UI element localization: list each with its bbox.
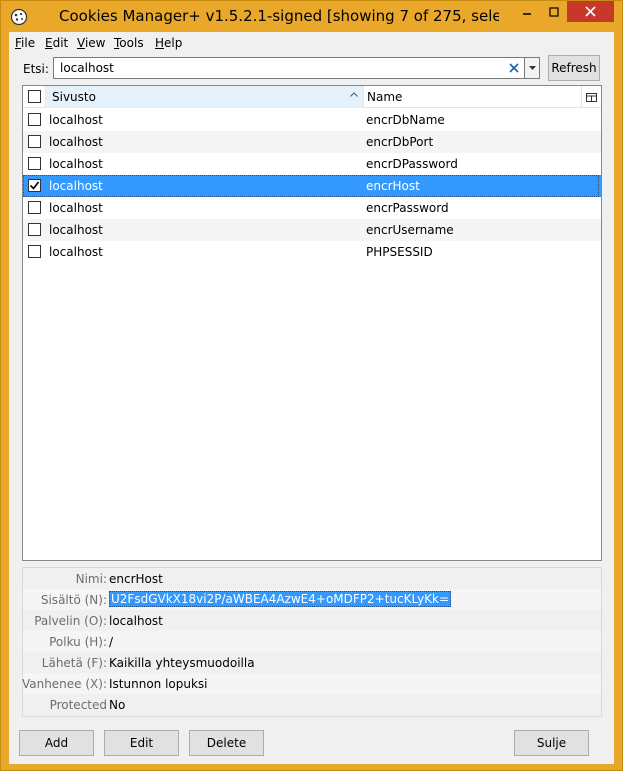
detail-name-row: Nimi: encrHost: [23, 568, 601, 589]
column-header-site[interactable]: Sivusto: [46, 86, 364, 108]
close-icon: [585, 6, 596, 17]
sort-ascending-icon: [350, 92, 358, 97]
menu-edit-label: Edit: [45, 36, 69, 50]
cookie-row[interactable]: localhost encrPassword: [23, 197, 601, 219]
tree-header: Sivusto Name: [23, 86, 601, 108]
cookie-row[interactable]: localhost encrUsername: [23, 219, 601, 241]
client-area: File Edit View Tools Help Etsi: Refresh …: [9, 32, 614, 764]
maximize-icon: [548, 6, 559, 17]
detail-content-value[interactable]: U2FsdGVkX18vi2P/aWBEA4AzwE4+oMDFP2+tucKL…: [109, 591, 452, 607]
cookie-row[interactable]: localhost encrDbName: [23, 109, 601, 131]
detail-host-label: Palvelin (O):: [34, 614, 107, 628]
detail-expires-value[interactable]: Istunnon lopuksi: [109, 677, 208, 691]
cell-site: localhost: [49, 135, 103, 149]
cell-name: encrDbName: [366, 113, 445, 127]
menu-edit[interactable]: Edit: [45, 36, 68, 50]
menu-bar: File Edit View Tools Help: [9, 32, 614, 54]
cell-site: localhost: [49, 157, 103, 171]
search-input[interactable]: [60, 60, 500, 76]
cell-site: localhost: [49, 223, 103, 237]
menu-view-label: View: [77, 36, 106, 50]
row-checkbox[interactable]: [28, 113, 41, 126]
column-site-label: Sivusto: [52, 90, 96, 104]
window-title: Cookies Manager+ v1.5.2.1-signed [showin…: [59, 7, 499, 25]
row-checkbox[interactable]: [28, 245, 41, 258]
menu-help-label: Help: [155, 36, 183, 50]
row-checkbox[interactable]: [28, 223, 41, 236]
column-name-label: Name: [367, 90, 403, 104]
detail-expires-label: Vanhenee (X):: [21, 677, 107, 691]
cell-name: encrHost: [366, 179, 420, 193]
search-box: [53, 57, 525, 79]
detail-protected-label: Protected: [49, 698, 107, 712]
detail-name-label: Nimi:: [75, 572, 107, 586]
delete-button[interactable]: Delete: [189, 730, 264, 756]
detail-path-row: Polku (H): /: [23, 631, 601, 652]
detail-protected-value[interactable]: No: [109, 698, 125, 712]
detail-path-label: Polku (H):: [49, 635, 107, 649]
edit-button[interactable]: Edit: [104, 730, 179, 756]
cell-name: encrDbPort: [366, 135, 434, 149]
row-checkbox[interactable]: [28, 157, 41, 170]
detail-send-label: Lähetä (F):: [41, 656, 107, 670]
cookie-row[interactable]: localhost encrDPassword: [23, 153, 601, 175]
cell-site: localhost: [49, 245, 103, 259]
column-header-name[interactable]: Name: [364, 86, 582, 108]
row-checkbox[interactable]: [28, 135, 41, 148]
cell-name: encrDPassword: [366, 157, 458, 171]
row-checkbox[interactable]: [28, 179, 41, 192]
minimize-button[interactable]: [513, 1, 540, 22]
detail-host-value[interactable]: localhost: [109, 614, 163, 628]
select-all-checkbox[interactable]: [28, 90, 41, 103]
add-button[interactable]: Add: [19, 730, 94, 756]
detail-send-row: Lähetä (F): Kaikilla yhteysmuodoilla: [23, 652, 601, 673]
column-picker-icon[interactable]: [582, 86, 601, 108]
minimize-icon: [522, 12, 531, 15]
cell-site: localhost: [49, 179, 103, 193]
cookie-tree[interactable]: Sivusto Name localhost encrDbName localhos…: [22, 85, 602, 561]
menu-tools-label: Tools: [114, 36, 144, 50]
checkmark-icon: [29, 181, 40, 190]
menu-help[interactable]: Help: [155, 36, 182, 50]
cell-site: localhost: [49, 201, 103, 215]
menu-file-label: File: [15, 36, 36, 50]
detail-expires-row: Vanhenee (X): Istunnon lopuksi: [21, 673, 601, 694]
cookie-row[interactable]: localhost encrHost: [23, 175, 601, 197]
cell-name: encrUsername: [366, 223, 454, 237]
chevron-down-icon: [528, 66, 536, 70]
detail-send-value[interactable]: Kaikilla yhteysmuodoilla: [109, 656, 255, 670]
cell-name: encrPassword: [366, 201, 449, 215]
selection-focus-rect: [23, 175, 599, 197]
close-button[interactable]: Sulje: [514, 730, 589, 756]
detail-path-value[interactable]: /: [109, 635, 113, 649]
maximize-button[interactable]: [540, 1, 567, 22]
select-all-column[interactable]: [23, 86, 46, 108]
detail-host-row: Palvelin (O): localhost: [23, 610, 601, 631]
cookie-row[interactable]: localhost encrDbPort: [23, 131, 601, 153]
refresh-button[interactable]: Refresh: [548, 55, 600, 81]
cookie-details: Nimi: encrHost Sisältö (N): U2FsdGVkX18v…: [22, 567, 602, 717]
close-window-button[interactable]: [567, 1, 614, 22]
menu-view[interactable]: View: [77, 36, 105, 50]
cell-site: localhost: [49, 113, 103, 127]
detail-content-label: Sisältö (N):: [40, 593, 107, 607]
cookies-manager-window: Cookies Manager+ v1.5.2.1-signed [showin…: [0, 0, 623, 771]
search-label: Etsi:: [23, 62, 49, 76]
cell-name: PHPSESSID: [366, 245, 433, 259]
menu-tools[interactable]: Tools: [114, 36, 144, 50]
detail-name-value: encrHost: [109, 572, 163, 586]
menu-file[interactable]: File: [15, 36, 35, 50]
detail-protected-row: Protected No: [23, 694, 601, 715]
detail-content-row: Sisältö (N): U2FsdGVkX18vi2P/aWBEA4AzwE4…: [23, 589, 601, 610]
title-bar[interactable]: Cookies Manager+ v1.5.2.1-signed [showin…: [1, 1, 622, 33]
search-history-dropdown[interactable]: [525, 57, 540, 79]
clear-search-icon[interactable]: [506, 59, 522, 77]
cookie-icon: [10, 8, 28, 26]
row-checkbox[interactable]: [28, 201, 41, 214]
cookie-row[interactable]: localhost PHPSESSID: [23, 241, 601, 263]
